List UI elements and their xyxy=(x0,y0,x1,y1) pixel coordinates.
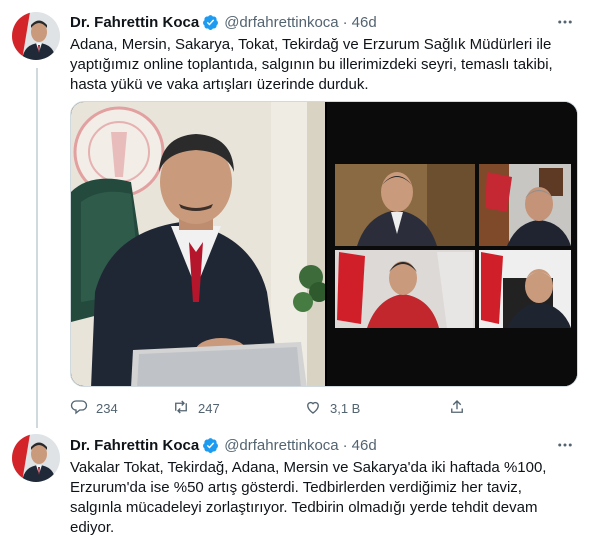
thread-connector-line xyxy=(36,68,38,428)
tweet-time[interactable]: 46d xyxy=(352,14,377,31)
verified-icon xyxy=(202,437,219,454)
separator-dot: · xyxy=(342,436,348,454)
tweet-actions: 234 247 3,1 B xyxy=(70,396,520,420)
conference-tile-1 xyxy=(335,164,475,246)
separator-dot: · xyxy=(342,13,348,31)
share-button[interactable] xyxy=(448,398,466,419)
retweet-button[interactable]: 247 xyxy=(172,398,304,419)
author-handle[interactable]: @drfahrettinkoca xyxy=(224,14,338,31)
avatar[interactable] xyxy=(12,12,60,60)
author-name[interactable]: Dr. Fahrettin Koca xyxy=(70,14,199,31)
conference-tile-4 xyxy=(479,250,571,328)
reply-icon xyxy=(70,398,88,419)
like-icon xyxy=(304,398,322,419)
author-name[interactable]: Dr. Fahrettin Koca xyxy=(70,437,199,454)
more-icon[interactable] xyxy=(555,435,575,455)
conference-tile-2 xyxy=(479,164,571,246)
like-button[interactable]: 3,1 B xyxy=(304,398,448,419)
reply-button[interactable]: 234 xyxy=(70,398,172,419)
tweet-text: Adana, Mersin, Sakarya, Tokat, Tekirdağ … xyxy=(70,36,553,93)
tweet-header: Dr. Fahrettin Koca @drfahrettinkoca · 46… xyxy=(70,11,377,33)
photo-minister-at-desk[interactable] xyxy=(71,102,329,386)
tweet-text: Vakalar Tokat, Tekirdağ, Adana, Mersin v… xyxy=(70,459,547,536)
more-icon[interactable] xyxy=(555,12,575,32)
tweet-header: Dr. Fahrettin Koca @drfahrettinkoca · 46… xyxy=(70,434,377,456)
reply-count: 234 xyxy=(96,400,118,416)
avatar[interactable] xyxy=(12,434,60,482)
author-handle[interactable]: @drfahrettinkoca xyxy=(224,437,338,454)
photo-video-conference[interactable] xyxy=(327,102,577,386)
retweet-icon xyxy=(172,398,190,419)
retweet-count: 247 xyxy=(198,400,220,416)
like-count: 3,1 B xyxy=(330,400,361,416)
verified-icon xyxy=(202,14,219,31)
conference-tile-3 xyxy=(335,250,475,328)
tweet-time[interactable]: 46d xyxy=(352,437,377,454)
share-icon xyxy=(448,398,466,419)
tweet-media[interactable] xyxy=(70,101,578,387)
